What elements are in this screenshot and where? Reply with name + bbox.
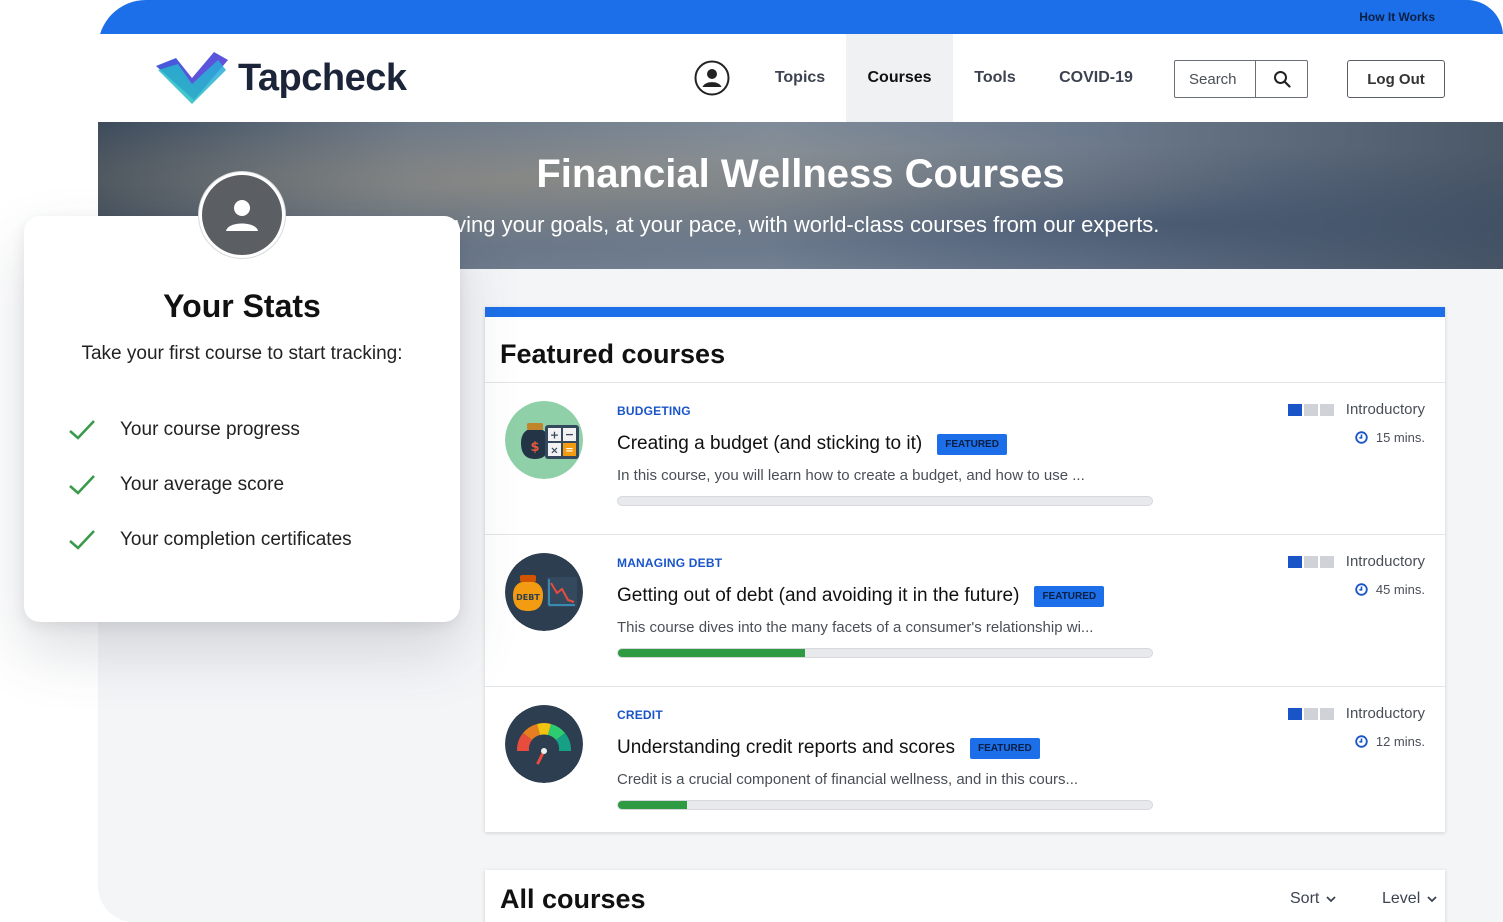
level-label: Introductory [1345,553,1425,570]
course-level: Introductory [1287,401,1425,418]
nav-covid-19[interactable]: COVID-19 [1037,34,1155,122]
profile-icon[interactable] [694,60,730,96]
logout-button[interactable]: Log Out [1347,60,1445,98]
course-description: This course dives into the many facets o… [617,619,1094,636]
course-progress-fill [618,801,688,809]
course-card[interactable]: DEBT MANAGING DEBT Getting out of debt (… [485,535,1445,687]
course-level: Introductory [1287,705,1425,722]
clock-icon [1355,735,1368,748]
how-it-works-link[interactable]: How It Works [1359,10,1435,24]
hero-title: Financial Wellness Courses [536,152,1065,196]
course-level: Introductory [1287,553,1425,570]
search-box [1174,60,1308,98]
featured-courses-title: Featured courses [500,339,726,369]
checkmark-icon [69,529,95,550]
course-description: In this course, you will learn how to cr… [617,467,1085,484]
debt-label: DEBT [516,593,540,602]
svg-text:$: $ [530,440,539,455]
checkmark-icon [69,419,95,440]
stats-subtitle: Take your first course to start tracking… [81,343,403,364]
tapcheck-logo-icon [156,52,228,104]
budget-money-bag-calculator-icon: $ + − × = [505,401,583,479]
course-progress-bar [617,800,1153,810]
sort-dropdown[interactable]: Sort [1290,890,1337,908]
chevron-down-icon [1326,896,1336,903]
avatar [199,172,285,258]
brand-logo[interactable]: Tapcheck [154,48,407,108]
search-input[interactable] [1175,61,1255,97]
stats-title: Your Stats [163,288,321,324]
search-button[interactable] [1255,61,1307,97]
featured-badge: FEATURED [1034,585,1105,607]
all-courses-panel: All courses Sort Level [485,870,1445,922]
checkmark-icon [69,474,95,495]
hero-subtitle: ieving your goals, at your pace, with wo… [438,212,1160,237]
credit-score-gauge-icon [505,705,583,783]
course-title-link[interactable]: Creating a budget (and sticking to it) [617,433,922,455]
level-indicator [1287,555,1334,568]
level-dropdown[interactable]: Level [1382,890,1438,908]
course-card[interactable]: $ + − × = BUDGETING Creating a budget (a… [485,383,1445,535]
top-bar: How It Works [98,0,1503,34]
nav-tools[interactable]: Tools [953,34,1037,122]
stats-item-label: Your completion certificates [120,528,352,550]
duration-label: 15 mins. [1375,430,1425,445]
course-card[interactable]: CREDIT Understanding credit reports and … [485,687,1445,839]
featured-badge: FEATURED [969,737,1040,759]
course-duration: 45 mins. [1355,582,1425,597]
level-indicator [1287,707,1334,720]
featured-courses-panel: Featured courses $ + − × = BUDGETING Cre… [485,307,1445,832]
course-category: CREDIT [617,708,663,722]
search-icon [1273,71,1291,88]
brand-name: Tapcheck [238,56,407,99]
course-progress-bar [617,648,1153,658]
nav-courses[interactable]: Courses [846,34,953,122]
level-label: Introductory [1345,401,1425,418]
course-progress-bar [617,496,1153,506]
course-title-link[interactable]: Understanding credit reports and scores [617,737,955,759]
course-title-link[interactable]: Getting out of debt (and avoiding it in … [617,585,1019,607]
nav-topics[interactable]: Topics [754,34,846,122]
course-category: MANAGING DEBT [617,556,723,570]
level-label: Introductory [1345,705,1425,722]
level-filter-label: Level [1382,890,1421,907]
stats-list: Your course progress Your average score … [68,402,352,567]
chevron-down-icon [1427,896,1437,903]
list-item: Your average score [68,457,352,512]
stats-item-label: Your course progress [120,418,300,440]
user-icon [226,200,258,231]
svg-text:×: × [550,446,558,457]
stats-item-label: Your average score [120,473,285,495]
course-duration: 12 mins. [1355,734,1425,749]
your-stats-card: Your Stats Take your first course to sta… [24,172,460,622]
course-duration: 15 mins. [1355,430,1425,445]
list-item: Your completion certificates [68,512,352,567]
main-navbar: Tapcheck Topics Courses Tools COVID-19 L… [98,34,1503,122]
svg-text:+: + [550,429,559,442]
duration-label: 12 mins. [1375,734,1425,749]
svg-text:=: = [565,445,573,456]
course-progress-fill [618,649,805,657]
debt-bag-chart-icon: DEBT [505,553,583,631]
svg-text:−: − [565,428,574,441]
sort-label: Sort [1290,890,1320,907]
duration-label: 45 mins. [1375,582,1425,597]
featured-badge: FEATURED [937,433,1007,455]
clock-icon [1355,583,1368,596]
clock-icon [1355,431,1368,444]
course-description: Credit is a crucial component of financi… [617,771,1079,788]
level-indicator [1287,403,1334,416]
course-category: BUDGETING [617,404,691,418]
list-item: Your course progress [68,402,352,457]
all-courses-title: All courses [500,884,646,914]
